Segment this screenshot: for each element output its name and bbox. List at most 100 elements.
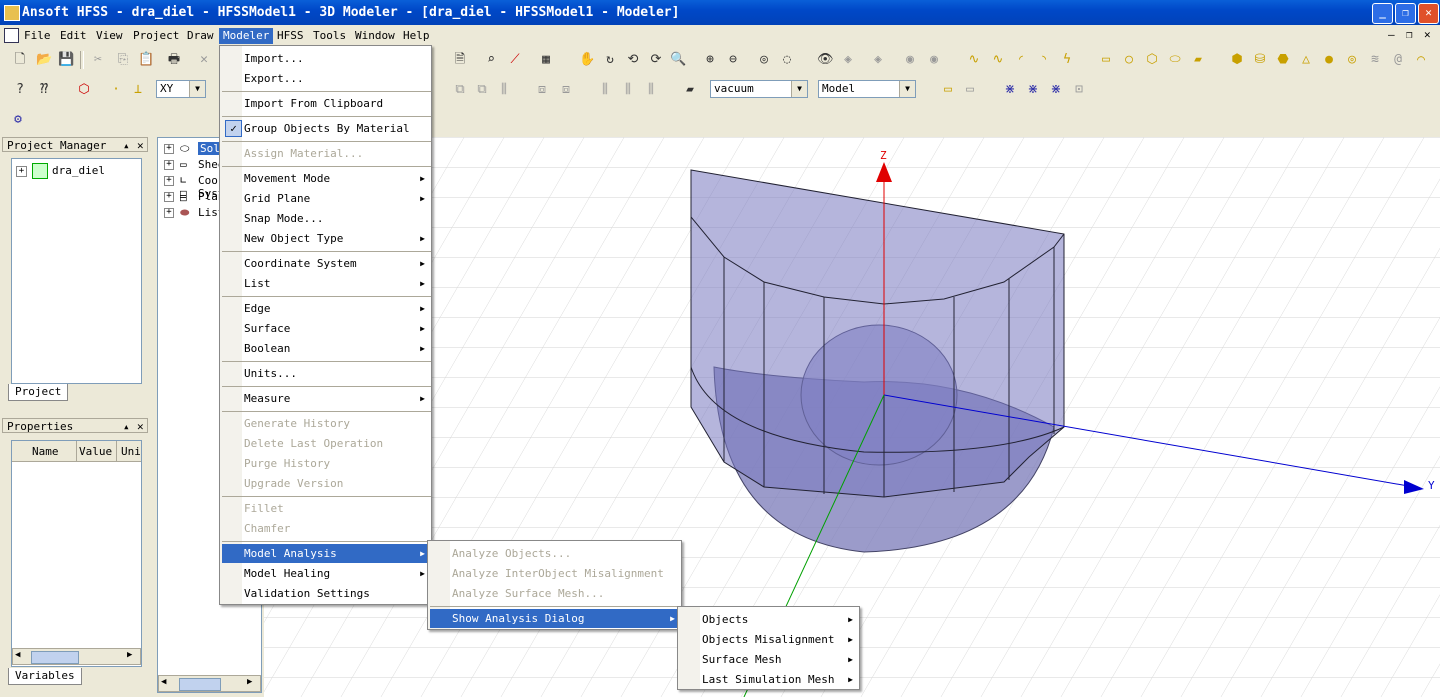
bondwire-icon[interactable]: ⌒ bbox=[1413, 52, 1429, 68]
menu-hfss[interactable]: HFSS bbox=[273, 28, 308, 44]
region-icon[interactable]: ▰ bbox=[1190, 52, 1206, 68]
equation-curve-icon[interactable]: ϟ bbox=[1059, 52, 1075, 68]
helix-icon[interactable]: ≋ bbox=[1367, 52, 1383, 68]
menu-item-model-analysis[interactable]: Model Analysis bbox=[244, 544, 337, 563]
menu-item-export[interactable]: Export... bbox=[244, 69, 304, 88]
menu-item-validation-settings[interactable]: Validation Settings bbox=[244, 584, 370, 603]
ellipse-icon[interactable]: ⬭ bbox=[1167, 52, 1183, 68]
menu-item-boolean[interactable]: Boolean bbox=[244, 339, 290, 358]
face-cs-icon[interactable]: ▭ bbox=[940, 82, 956, 98]
paste-icon[interactable]: 📋 bbox=[138, 52, 154, 68]
menu-item-surface[interactable]: Surface bbox=[244, 319, 290, 338]
imprint-icon[interactable]: ⫼ bbox=[643, 82, 659, 98]
mdi-restore-button[interactable]: ❐ bbox=[1406, 28, 1413, 41]
cs-icon[interactable]: ⋇ bbox=[1002, 82, 1018, 98]
menu-item-import[interactable]: Import... bbox=[244, 49, 304, 68]
menu-item-model-healing[interactable]: Model Healing bbox=[244, 564, 330, 583]
orbit-icon[interactable]: ⟲ bbox=[625, 52, 641, 68]
cut-icon[interactable]: ✂ bbox=[90, 52, 106, 68]
spin-icon[interactable]: ⟳ bbox=[648, 52, 664, 68]
fit-icon[interactable]: ⌕ bbox=[483, 52, 499, 68]
menu-window[interactable]: Window bbox=[351, 28, 399, 44]
menu-item-assign-material[interactable]: Assign Material... bbox=[244, 144, 363, 163]
box-icon[interactable]: ⬢ bbox=[1229, 52, 1245, 68]
shade-icon[interactable]: ◉ bbox=[926, 52, 942, 68]
arc2-icon[interactable]: ◝ bbox=[1036, 52, 1052, 68]
menu-item-import-from-clipboard[interactable]: Import From Clipboard bbox=[244, 94, 383, 113]
spiral-icon[interactable]: @ bbox=[1390, 52, 1406, 68]
zoom-icon[interactable]: 🔍 bbox=[670, 52, 686, 68]
rotate-icon[interactable]: ↻ bbox=[602, 52, 618, 68]
menu-item-snap-mode[interactable]: Snap Mode... bbox=[244, 209, 323, 228]
properties-scrollbar[interactable]: ◀ ▶ bbox=[12, 648, 141, 665]
close-icon[interactable]: ✕ bbox=[137, 138, 144, 153]
circle-icon[interactable]: ○ bbox=[1121, 52, 1137, 68]
menu-tools[interactable]: Tools bbox=[309, 28, 350, 44]
project-icon[interactable]: ⚙ bbox=[10, 112, 26, 128]
menu-item-new-object-type[interactable]: New Object Type bbox=[244, 229, 343, 248]
material-select[interactable]: vacuum ▼ bbox=[710, 80, 808, 98]
arc-icon[interactable]: ◜ bbox=[1013, 52, 1029, 68]
grid-icon[interactable]: ▦ bbox=[538, 52, 554, 68]
maximize-button[interactable]: ❐ bbox=[1395, 3, 1416, 24]
zoom-out-icon[interactable]: ⊖ bbox=[725, 52, 741, 68]
menu-item-analyze-interobject-misalignment[interactable]: Analyze InterObject Misalignment bbox=[452, 564, 664, 583]
unite-icon[interactable]: ⧈ bbox=[534, 82, 550, 98]
menu-item-analyze-objects[interactable]: Analyze Objects... bbox=[452, 544, 571, 563]
torus-icon[interactable]: ◎ bbox=[1344, 52, 1360, 68]
menu-help[interactable]: Help bbox=[399, 28, 434, 44]
split-icon[interactable]: ⫼ bbox=[597, 82, 613, 98]
model-type-select[interactable]: Model ▼ bbox=[818, 80, 916, 98]
sweep-icon[interactable]: ⫼ bbox=[496, 82, 512, 98]
menu-item-units[interactable]: Units... bbox=[244, 364, 297, 383]
delete-icon[interactable]: ✕ bbox=[196, 52, 212, 68]
close-icon[interactable]: ✕ bbox=[137, 419, 144, 434]
menu-item-list[interactable]: List bbox=[244, 274, 271, 293]
menu-item-objects[interactable]: Objects bbox=[702, 610, 748, 629]
menu-item-generate-history[interactable]: Generate History bbox=[244, 414, 350, 433]
menu-item-delete-last-operation[interactable]: Delete Last Operation bbox=[244, 434, 383, 453]
menu-item-surface-mesh[interactable]: Surface Mesh bbox=[702, 650, 781, 669]
regular-polyhedron-icon[interactable]: ⬣ bbox=[1275, 52, 1291, 68]
print-icon[interactable]: 🖶 bbox=[166, 52, 182, 68]
mirror-icon[interactable]: ⧉ bbox=[474, 82, 490, 98]
menu-item-objects-misalignment[interactable]: Objects Misalignment bbox=[702, 630, 834, 649]
polygon-icon[interactable]: ⬡ bbox=[1144, 52, 1160, 68]
material-icon[interactable]: ▰ bbox=[682, 82, 698, 98]
cs-offset-icon[interactable]: ⋇ bbox=[1048, 82, 1064, 98]
menu-project[interactable]: Project bbox=[129, 28, 183, 44]
mdi-minimize-button[interactable]: – bbox=[1388, 28, 1395, 41]
subtract-icon[interactable]: ⧈ bbox=[558, 82, 574, 98]
menu-modeler[interactable]: Modeler bbox=[219, 28, 274, 44]
copy-icon[interactable]: ⎘ bbox=[115, 52, 131, 68]
cone-icon[interactable]: △ bbox=[1298, 52, 1314, 68]
fit-all-icon[interactable]: ◎ bbox=[756, 52, 772, 68]
menu-draw[interactable]: Draw bbox=[183, 28, 218, 44]
plot-icon[interactable]: ⟋ bbox=[507, 52, 523, 68]
separate-icon[interactable]: ⫼ bbox=[620, 82, 636, 98]
cs-delete-icon[interactable]: ⊡ bbox=[1071, 82, 1087, 98]
show-icon[interactable]: ◈ bbox=[870, 52, 886, 68]
help-icon[interactable]: ? bbox=[12, 82, 28, 98]
report-icon[interactable]: 🗎 bbox=[452, 52, 468, 68]
menu-item-fillet[interactable]: Fillet bbox=[244, 499, 284, 518]
grid-plane-select[interactable]: XY ▼ bbox=[156, 80, 206, 98]
menu-item-upgrade-version[interactable]: Upgrade Version bbox=[244, 474, 343, 493]
fit-selection-icon[interactable]: ◌ bbox=[779, 52, 795, 68]
menu-item-measure[interactable]: Measure bbox=[244, 389, 290, 408]
zoom-in-icon[interactable]: ⊕ bbox=[702, 52, 718, 68]
menu-edit[interactable]: Edit bbox=[56, 28, 91, 44]
view-icon[interactable]: 👁 bbox=[817, 52, 834, 68]
menu-item-movement-mode[interactable]: Movement Mode bbox=[244, 169, 330, 188]
relative-cs-icon[interactable]: ▭ bbox=[962, 82, 978, 98]
mdi-close-button[interactable]: ✕ bbox=[1424, 28, 1431, 41]
hide-icon[interactable]: ◈ bbox=[840, 52, 856, 68]
rectangle-icon[interactable]: ▭ bbox=[1098, 52, 1114, 68]
cs-rotate-icon[interactable]: ⋇ bbox=[1025, 82, 1041, 98]
menu-item-chamfer[interactable]: Chamfer bbox=[244, 519, 290, 538]
sphere-icon[interactable]: ● bbox=[1321, 52, 1337, 68]
pan-icon[interactable]: ✋ bbox=[579, 52, 595, 68]
tree-scrollbar[interactable]: ◀ ▶ bbox=[158, 675, 261, 692]
menu-item-group-objects-by-material[interactable]: Group Objects By Material bbox=[244, 119, 410, 138]
expand-icon[interactable]: + bbox=[16, 166, 27, 177]
